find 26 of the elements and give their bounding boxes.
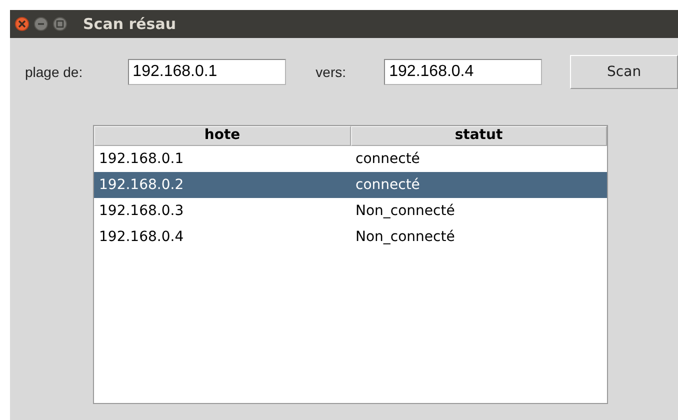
table-row[interactable]: 192.168.0.2 connecté [94,172,607,198]
scan-button[interactable]: Scan [570,55,678,89]
table-cell-text: connecté [354,151,421,167]
table-cell-text: Non_connecté [354,203,456,219]
table-cell-text: connecté [354,177,421,193]
range-from-field[interactable]: 192.168.0.1 [128,59,286,85]
column-header[interactable]: statut [350,126,607,146]
minimize-button[interactable] [34,17,48,31]
table-cell-text: 192.168.0.2 [98,177,185,193]
table-row[interactable]: 192.168.0.4 Non_connecté [94,224,607,250]
window-title: Scan résau [83,15,176,33]
range-from-label: plage de: [25,64,84,80]
table-row[interactable]: 192.168.0.3 Non_connecté [94,198,607,224]
column-header[interactable]: hote [94,126,350,146]
table-cell-text: 192.168.0.4 [98,229,185,245]
table-cell-text: 192.168.0.3 [98,203,185,219]
close-icon [18,20,26,28]
minimize-icon [37,20,45,28]
table-cell-text: Non_connecté [354,229,456,245]
range-to-label: vers: [316,64,348,80]
maximize-icon [56,20,64,28]
range-to-field[interactable]: 192.168.0.4 [384,59,542,85]
close-button[interactable] [15,17,29,31]
table-cell-text: 192.168.0.1 [98,151,185,167]
maximize-button[interactable] [53,17,67,31]
table-row[interactable]: 192.168.0.1 connecté [94,146,607,172]
